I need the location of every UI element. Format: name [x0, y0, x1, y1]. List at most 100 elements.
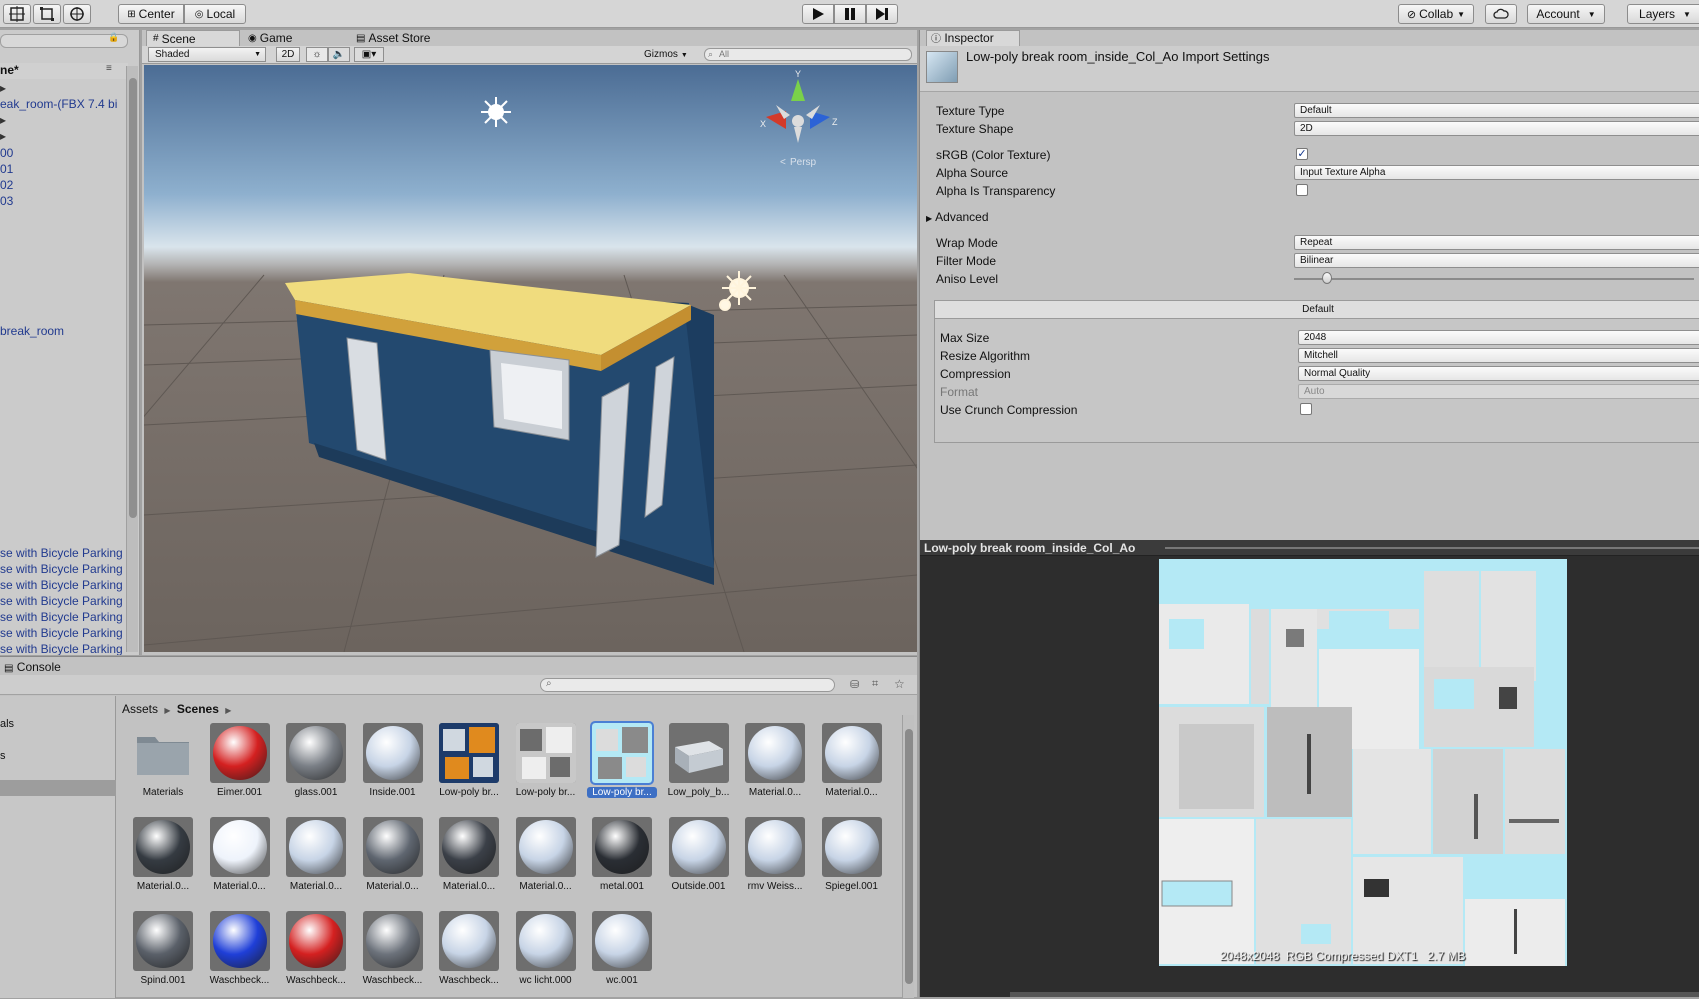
play-button[interactable] [802, 4, 834, 24]
aniso-slider-track[interactable] [1294, 278, 1694, 280]
crunch-compression-checkbox[interactable] [1300, 403, 1312, 415]
persp-label[interactable]: Persp [790, 157, 817, 168]
menu-icon[interactable]: ≡ [106, 63, 112, 74]
asset-item[interactable]: Spind.001 [128, 911, 198, 999]
tab-asset-store[interactable]: ▤ Asset Store [350, 30, 436, 46]
scene-search-input[interactable]: ⌕ All [704, 48, 912, 61]
asset-item[interactable]: Waschbeck... [205, 911, 275, 999]
step-button[interactable] [866, 4, 898, 24]
asset-item[interactable]: Waschbeck... [358, 911, 428, 999]
filter-mode-dropdown[interactable]: Bilinear [1294, 253, 1699, 268]
hierarchy-row[interactable]: se with Bicycle Parking [0, 594, 123, 608]
asset-item[interactable]: Material.0... [434, 817, 504, 905]
tab-game[interactable]: ◉ Game [242, 30, 298, 46]
hierarchy-row[interactable]: 03 [0, 194, 13, 208]
asset-item[interactable]: Material.0... [281, 817, 351, 905]
pause-button[interactable] [834, 4, 866, 24]
hierarchy-row[interactable]: se with Bicycle Parking [0, 546, 123, 560]
tab-scene[interactable]: # Scene [146, 30, 240, 46]
project-search-input[interactable]: ⌕ [540, 678, 835, 692]
account-dropdown[interactable]: Account ▼ [1527, 4, 1605, 24]
hierarchy-row[interactable]: ▸ [0, 113, 6, 127]
hierarchy-row[interactable]: 02 [0, 178, 13, 192]
collab-dropdown[interactable]: ⊘ Collab ▼ [1398, 4, 1474, 24]
hierarchy-row[interactable]: se with Bicycle Parking [0, 578, 123, 592]
asset-item[interactable]: Material.0... [358, 817, 428, 905]
hierarchy-scrollbar[interactable] [126, 66, 138, 652]
srgb-checkbox[interactable]: ✓ [1296, 148, 1308, 160]
scene-header[interactable]: ne* ≡ [0, 63, 128, 79]
asset-item[interactable]: Waschbeck... [281, 911, 351, 999]
alpha-source-dropdown[interactable]: Input Texture Alpha [1294, 165, 1699, 180]
hierarchy-row[interactable]: se with Bicycle Parking [0, 642, 123, 655]
lighting-toggle-icon[interactable]: ☼ [306, 47, 328, 62]
rect-tool-button[interactable] [33, 4, 61, 24]
cloud-button[interactable] [1485, 4, 1517, 24]
filter-label-icon[interactable]: ⌗ [872, 678, 878, 691]
2d-toggle[interactable]: 2D [276, 47, 300, 62]
filter-type-icon[interactable]: ⛁ [850, 678, 859, 691]
hierarchy-row[interactable]: 00 [0, 146, 13, 160]
hierarchy-row[interactable]: 01 [0, 162, 13, 176]
max-size-dropdown[interactable]: 2048 [1298, 330, 1699, 345]
asset-item[interactable]: Material.0... [205, 817, 275, 905]
transform-tool-button[interactable] [63, 4, 91, 24]
gizmos-dropdown[interactable]: Gizmos ▼ [644, 47, 692, 62]
breadcrumb-scenes[interactable]: Scenes [177, 702, 219, 716]
hierarchy-row[interactable]: ▸ [0, 81, 6, 95]
preview-drag-handle[interactable] [1165, 547, 1699, 549]
folder-tree-selected-item[interactable] [0, 780, 116, 796]
asset-item[interactable]: Material.0... [511, 817, 581, 905]
asset-item[interactable]: wc.001 [587, 911, 657, 999]
hierarchy-row[interactable]: ▸ [0, 129, 6, 143]
asset-item[interactable]: Low-poly br... [587, 721, 657, 811]
preview-header[interactable]: Low-poly break room_inside_Col_Ao [920, 540, 1699, 556]
hierarchy-row[interactable]: eak_room-(FBX 7.4 bi [0, 97, 117, 111]
project-scroll-thumb[interactable] [905, 729, 913, 984]
asset-item[interactable]: Spiegel.001 [817, 817, 887, 905]
texture-type-dropdown[interactable]: Default [1294, 103, 1699, 118]
asset-item[interactable]: Materials [128, 723, 198, 811]
asset-item[interactable]: metal.001 [587, 817, 657, 905]
breadcrumb-assets[interactable]: Assets [122, 702, 158, 716]
resize-algorithm-dropdown[interactable]: Mitchell [1298, 348, 1699, 363]
asset-item[interactable]: Inside.001 [358, 723, 428, 811]
pivot-center-button[interactable]: ⊞ Center [118, 4, 184, 24]
hierarchy-scroll-thumb[interactable] [129, 78, 137, 518]
hierarchy-row[interactable]: se with Bicycle Parking [0, 626, 123, 640]
asset-item[interactable]: Low-poly br... [511, 723, 581, 811]
asset-item[interactable]: rmv Weiss... [740, 817, 810, 905]
shading-mode-dropdown[interactable]: Shaded ▼ [148, 47, 266, 62]
tab-inspector[interactable]: ⓘ Inspector [926, 30, 1020, 46]
hand-tool-button[interactable] [3, 4, 31, 24]
asset-item[interactable]: wc licht.000 [511, 911, 581, 999]
effects-dropdown-icon[interactable]: ▣▾ [354, 47, 384, 62]
asset-item[interactable]: Material.0... [817, 723, 887, 811]
pivot-local-button[interactable]: ◎ Local [184, 4, 246, 24]
asset-item[interactable]: Low-poly br... [434, 723, 504, 811]
advanced-foldout[interactable]: ▶ Advanced [926, 210, 989, 224]
tab-console[interactable]: ▤ Console [4, 659, 76, 675]
favorite-star-icon[interactable]: ☆ [894, 677, 905, 691]
asset-item[interactable]: Material.0... [128, 817, 198, 905]
asset-item[interactable]: Low_poly_b... [664, 723, 734, 811]
folder-tree-item[interactable]: als [0, 718, 14, 730]
scene-viewport[interactable]: Y X Z < Persp [144, 65, 917, 652]
alpha-transparency-checkbox[interactable] [1296, 184, 1308, 196]
asset-item[interactable]: glass.001 [281, 723, 351, 811]
texture-shape-dropdown[interactable]: 2D [1294, 121, 1699, 136]
asset-item[interactable]: Waschbeck... [434, 911, 504, 999]
asset-item[interactable]: Material.0... [740, 723, 810, 811]
layers-dropdown[interactable]: Layers ▼ [1627, 4, 1699, 24]
lock-icon[interactable]: 🔒 [108, 32, 119, 43]
audio-toggle-icon[interactable]: 🔈 [328, 47, 350, 62]
asset-item[interactable]: Eimer.001 [205, 723, 275, 811]
wrap-mode-dropdown[interactable]: Repeat [1294, 235, 1699, 250]
platform-tab-default[interactable]: Default [935, 301, 1699, 319]
hierarchy-row[interactable]: se with Bicycle Parking [0, 610, 123, 624]
asset-item[interactable]: Outside.001 [664, 817, 734, 905]
hierarchy-row[interactable]: break_room [0, 324, 64, 338]
compression-dropdown[interactable]: Normal Quality [1298, 366, 1699, 381]
project-scrollbar[interactable] [902, 715, 914, 998]
aniso-slider-thumb[interactable] [1322, 272, 1332, 284]
